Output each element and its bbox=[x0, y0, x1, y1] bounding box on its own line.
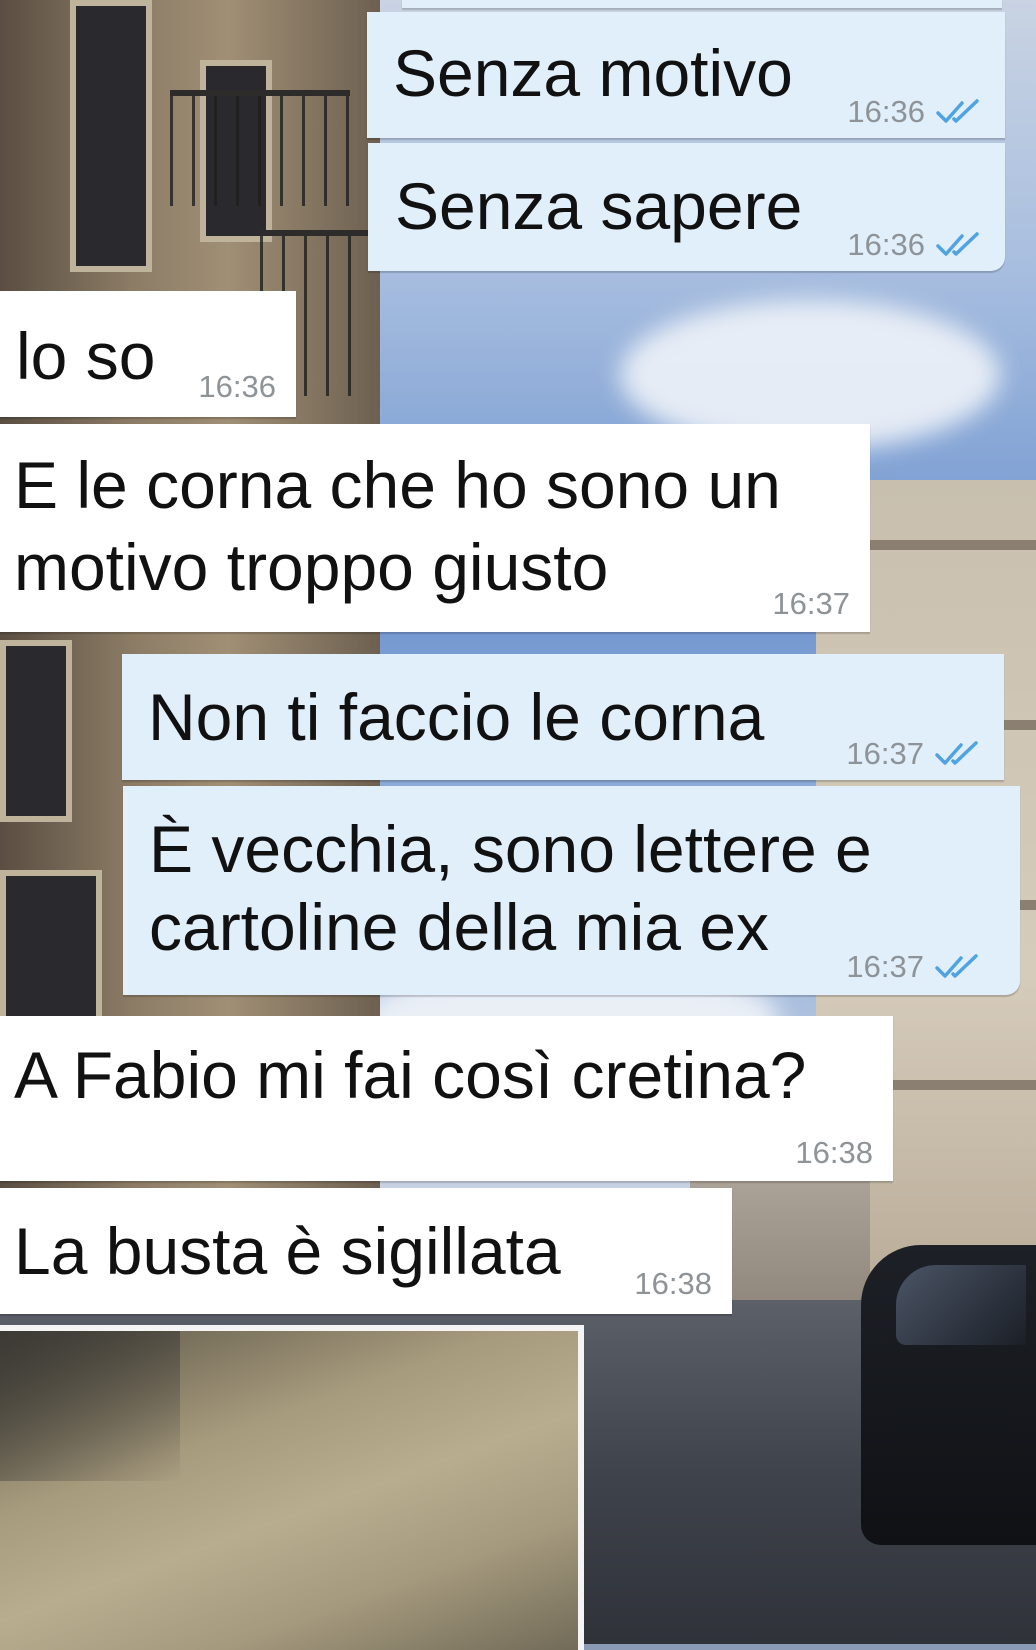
message-meta: 16:38 bbox=[795, 1135, 873, 1171]
message-meta: 16:36 bbox=[847, 94, 983, 130]
outgoing-message[interactable]: Non ti faccio le corna 16:37 bbox=[122, 654, 1004, 780]
message-time: 16:38 bbox=[795, 1135, 873, 1170]
message-meta: 16:37 bbox=[846, 736, 982, 772]
incoming-message[interactable]: La busta è sigillata 16:38 bbox=[0, 1188, 732, 1314]
message-text-line: cartoline della mia ex bbox=[149, 890, 769, 964]
outgoing-message[interactable]: È vecchia, sono lettere e cartoline dell… bbox=[123, 786, 1020, 995]
incoming-photo-message[interactable] bbox=[0, 1325, 584, 1650]
message-meta: 16:36 bbox=[198, 369, 276, 405]
message-time: 16:36 bbox=[198, 369, 276, 404]
message-text: A Fabio mi fai così cretina? bbox=[14, 1038, 807, 1112]
message-text-line: motivo troppo giusto bbox=[14, 530, 609, 604]
outgoing-message[interactable]: Senza motivo 16:36 bbox=[367, 12, 1005, 138]
message-meta: 16:36 bbox=[847, 227, 983, 263]
message-text: La busta è sigillata bbox=[14, 1214, 561, 1288]
message-meta: 16:38 bbox=[634, 1266, 712, 1302]
double-check-icon bbox=[935, 230, 983, 260]
message-text: Senza motivo bbox=[393, 36, 793, 110]
incoming-message[interactable]: lo so 16:36 bbox=[0, 291, 296, 417]
message-meta: 16:37 bbox=[846, 949, 982, 985]
message-time: 16:37 bbox=[846, 736, 924, 771]
message-text: lo so bbox=[16, 319, 156, 393]
message-time: 16:38 bbox=[634, 1266, 712, 1301]
chat-message-list[interactable]: Senza motivo 16:36 Senza sapere 16:36 lo… bbox=[0, 0, 1036, 1650]
message-time: 16:36 bbox=[847, 94, 925, 129]
incoming-message[interactable]: E le corna che ho sono un motivo troppo … bbox=[0, 424, 870, 632]
message-time: 16:36 bbox=[847, 227, 925, 262]
double-check-icon bbox=[935, 97, 983, 127]
message-time: 16:37 bbox=[846, 949, 924, 984]
message-text: Senza sapere bbox=[395, 169, 803, 243]
message-text-line: E le corna che ho sono un bbox=[14, 448, 781, 522]
message-meta: 16:37 bbox=[772, 586, 850, 622]
double-check-icon bbox=[934, 952, 982, 982]
previous-message-edge bbox=[402, 0, 1002, 8]
incoming-message[interactable]: A Fabio mi fai così cretina? 16:38 bbox=[0, 1016, 893, 1181]
double-check-icon bbox=[934, 739, 982, 769]
message-text-line: È vecchia, sono lettere e bbox=[149, 812, 872, 886]
message-time: 16:37 bbox=[772, 586, 850, 621]
message-text: Non ti faccio le corna bbox=[148, 680, 765, 754]
outgoing-message[interactable]: Senza sapere 16:36 bbox=[368, 143, 1005, 271]
